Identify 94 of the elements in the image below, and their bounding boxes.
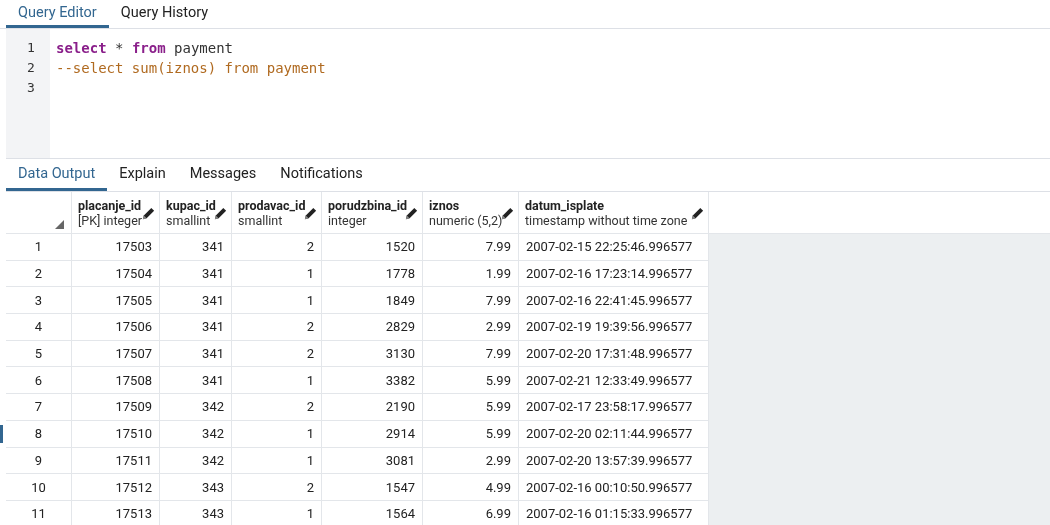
column-type: smallint bbox=[238, 212, 283, 228]
column-name: kupac_id bbox=[166, 197, 216, 213]
table-cell: 5.99 bbox=[423, 394, 519, 421]
pencil-icon bbox=[141, 206, 156, 221]
table-cell: 343 bbox=[160, 500, 232, 525]
table-cell: 1 bbox=[232, 260, 322, 288]
tab[interactable]: Data Output bbox=[6, 159, 108, 191]
table-cell: 341 bbox=[160, 367, 232, 395]
tab[interactable]: Query History bbox=[108, 0, 221, 28]
table-cell: 1564 bbox=[322, 500, 423, 525]
row-number: 3 bbox=[6, 287, 72, 315]
table-cell: 342 bbox=[160, 447, 232, 475]
table-cell: 1520 bbox=[322, 234, 423, 261]
table-cell: 2914 bbox=[322, 420, 423, 448]
table-cell: 1547 bbox=[322, 474, 423, 501]
column-name: placanje_id bbox=[78, 197, 142, 213]
table-cell: 2190 bbox=[322, 394, 423, 421]
row-number: 8 bbox=[6, 420, 72, 448]
table-cell: 17507 bbox=[72, 340, 160, 368]
table-cell: 341 bbox=[160, 314, 232, 341]
column-type: numeric (5,2) bbox=[429, 212, 503, 228]
table-cell: 17508 bbox=[72, 367, 160, 395]
table-cell: 343 bbox=[160, 474, 232, 501]
table-cell: 341 bbox=[160, 234, 232, 261]
table-cell: 5.99 bbox=[423, 367, 519, 395]
table-cell: 2 bbox=[232, 474, 322, 501]
table-cell: 2 bbox=[232, 394, 322, 421]
table-cell: 341 bbox=[160, 287, 232, 315]
column-type: integer bbox=[328, 212, 367, 228]
tab[interactable]: Notifications bbox=[268, 159, 375, 191]
table-cell: 2 bbox=[232, 234, 322, 261]
code-line: --select sum(iznos) from payment bbox=[56, 59, 326, 78]
column-name: datum_isplate bbox=[525, 197, 605, 213]
table-cell: 17513 bbox=[72, 500, 160, 525]
column-type: timestamp without time zone bbox=[525, 212, 688, 228]
table-cell: 7.99 bbox=[423, 287, 519, 315]
row-number: 1 bbox=[6, 234, 72, 261]
row-number: 7 bbox=[6, 394, 72, 421]
pencil-icon bbox=[303, 206, 318, 221]
table-cell: 7.99 bbox=[423, 340, 519, 368]
table-cell: 2.99 bbox=[423, 314, 519, 341]
row-number: 10 bbox=[6, 474, 72, 501]
table-cell: 2.99 bbox=[423, 447, 519, 475]
tab[interactable]: Messages bbox=[177, 159, 269, 191]
row-number: 6 bbox=[6, 367, 72, 395]
table-cell: 17511 bbox=[72, 447, 160, 475]
column-type: smallint bbox=[166, 212, 211, 228]
row-number: 2 bbox=[6, 260, 72, 288]
table-cell: 3382 bbox=[322, 367, 423, 395]
table-cell: 1778 bbox=[322, 260, 423, 288]
table-cell: 1849 bbox=[322, 287, 423, 315]
table-cell: 7.99 bbox=[423, 234, 519, 261]
pencil-icon bbox=[213, 206, 228, 221]
table-cell: 341 bbox=[160, 260, 232, 288]
table-cell: 6.99 bbox=[423, 500, 519, 525]
table-cell: 3081 bbox=[322, 447, 423, 475]
table-cell: 2829 bbox=[322, 314, 423, 341]
code-line: select * from payment bbox=[56, 39, 235, 58]
table-cell: 342 bbox=[160, 420, 232, 448]
table-cell: 1 bbox=[232, 367, 322, 395]
row-number: 5 bbox=[6, 340, 72, 368]
table-cell: 2 bbox=[232, 314, 322, 341]
row-number: 11 bbox=[6, 500, 72, 525]
column-name: prodavac_id bbox=[238, 197, 306, 213]
line-number: 3 bbox=[26, 79, 36, 97]
table-cell: 17510 bbox=[72, 420, 160, 448]
table-cell: 341 bbox=[160, 340, 232, 368]
table-cell: 1.99 bbox=[423, 260, 519, 288]
column-name: porudzbina_id bbox=[328, 197, 407, 213]
table-cell: 17505 bbox=[72, 287, 160, 315]
row-number: 4 bbox=[6, 314, 72, 341]
table-cell: 2 bbox=[232, 340, 322, 368]
table-cell: 1 bbox=[232, 420, 322, 448]
line-number: 2 bbox=[26, 59, 36, 77]
pencil-icon bbox=[500, 206, 515, 221]
table-cell: 5.99 bbox=[423, 420, 519, 448]
column-name: iznos bbox=[429, 197, 460, 213]
table-cell: 342 bbox=[160, 394, 232, 421]
column-type: [PK] integer bbox=[78, 212, 142, 228]
table-cell: 1 bbox=[232, 287, 322, 315]
tab[interactable]: Explain bbox=[107, 159, 178, 191]
table-cell: 4.99 bbox=[423, 474, 519, 501]
row-number: 9 bbox=[6, 447, 72, 475]
table-cell: 1 bbox=[232, 447, 322, 475]
line-number: 1 bbox=[26, 39, 36, 57]
table-cell: 17512 bbox=[72, 474, 160, 501]
table-cell: 17509 bbox=[72, 394, 160, 421]
table-cell: 3130 bbox=[322, 340, 423, 368]
pencil-icon bbox=[690, 206, 705, 221]
table-cell: 1 bbox=[232, 500, 322, 525]
sort-corner-icon bbox=[55, 220, 64, 229]
table-cell: 17504 bbox=[72, 260, 160, 288]
table-cell: 17506 bbox=[72, 314, 160, 341]
table-cell: 17503 bbox=[72, 234, 160, 261]
